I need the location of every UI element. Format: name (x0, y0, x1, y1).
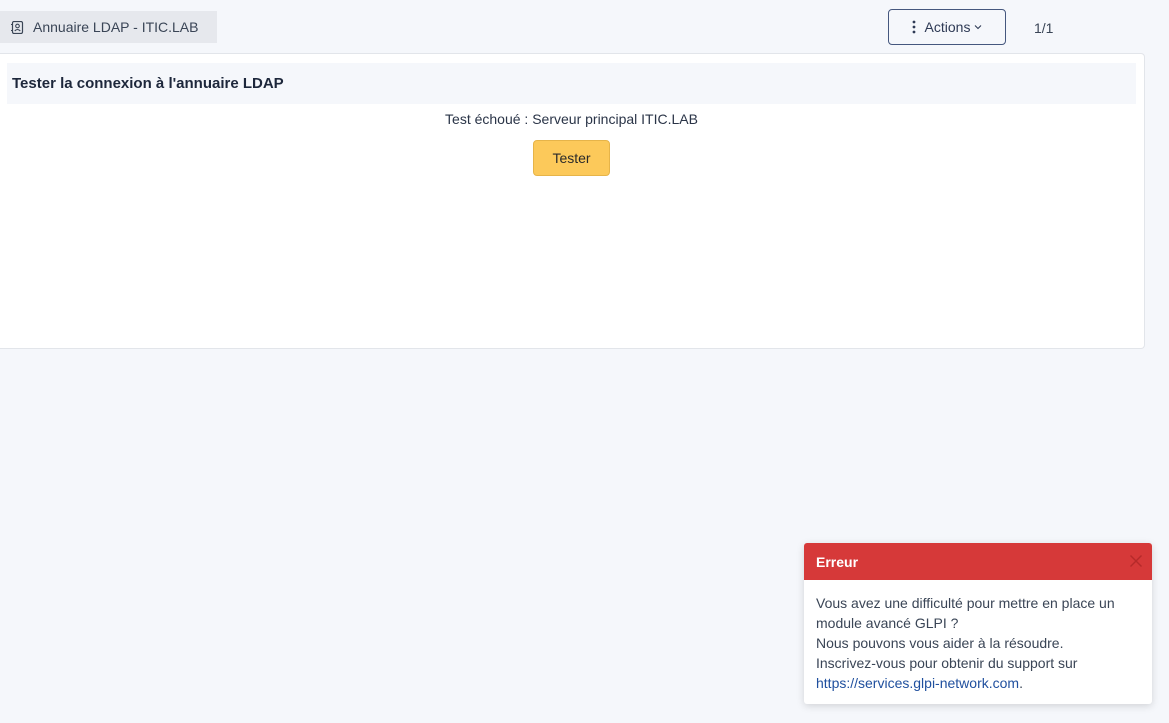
error-toast: Erreur Vous avez une difficulté pour met… (804, 543, 1152, 704)
ldap-test-card: Tester la connexion à l'annuaire LDAP Te… (0, 53, 1145, 349)
support-link[interactable]: https://services.glpi-network.com (816, 675, 1019, 691)
toast-title: Erreur (816, 553, 859, 570)
toast-line: Vous avez une difficulté pour mettre en … (816, 595, 1115, 611)
card-title: Tester la connexion à l'annuaire LDAP (7, 63, 1136, 104)
toast-line: module avancé GLPI ? (816, 615, 959, 631)
toast-line: Inscrivez-vous pour obtenir du support s… (816, 655, 1078, 671)
item-tab-label: Annuaire LDAP - ITIC.LAB (33, 19, 199, 35)
test-result-text: Test échoué : Serveur principal ITIC.LAB (445, 111, 698, 127)
link-suffix: . (1019, 675, 1023, 691)
actions-button[interactable]: Actions (888, 9, 1006, 45)
toast-header: Erreur (804, 543, 1152, 580)
toast-line: Nous pouvons vous aider à la résoudre. (816, 635, 1064, 651)
toast-body: Vous avez une difficulté pour mettre en … (804, 580, 1152, 693)
kebab-menu-icon (912, 20, 915, 34)
tester-button[interactable]: Tester (533, 140, 610, 176)
pager-count: 1/1 (1034, 20, 1054, 36)
actions-label: Actions (924, 19, 971, 35)
close-icon[interactable] (1129, 554, 1143, 568)
toast-link-line: https://services.glpi-network.com. (816, 673, 1140, 693)
item-tab[interactable]: Annuaire LDAP - ITIC.LAB (0, 11, 217, 43)
chevron-down-icon (975, 25, 982, 30)
address-book-icon (11, 20, 24, 34)
